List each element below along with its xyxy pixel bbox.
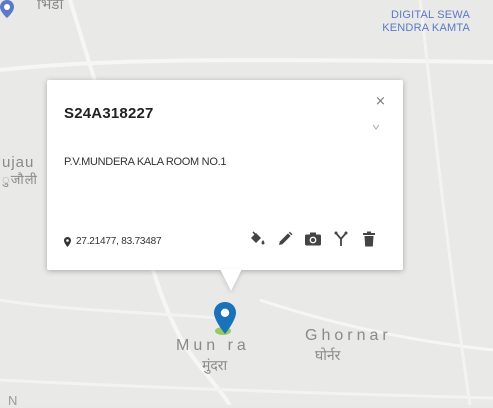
place-label-gujauli-hindi: ुजौली xyxy=(2,172,38,187)
poi-name-line2: KENDRA KAMTA xyxy=(382,22,470,34)
place-label-ghornar-hindi: घोर्नर xyxy=(315,347,341,363)
location-pin-icon xyxy=(64,236,71,247)
poi-label-digital-sewa[interactable]: DIGITAL SEWA KENDRA KAMTA xyxy=(350,9,470,35)
place-label-partial: N xyxy=(8,393,18,408)
map-marker-icon[interactable] xyxy=(212,301,238,337)
map-pin-icon[interactable] xyxy=(0,0,14,18)
popup-toolbar xyxy=(245,228,381,250)
popup-address: P.V.MUNDERA KALA ROOM NO.1 xyxy=(64,156,227,168)
place-label-gujauli: ujau ुजौली xyxy=(2,154,38,188)
popup-coordinates: 27.21477, 83.73487 xyxy=(64,236,162,247)
trash-icon[interactable] xyxy=(357,228,381,250)
coordinates-text: 27.21477, 83.73487 xyxy=(76,236,162,247)
place-label-gujauli-latin: ujau xyxy=(2,154,35,171)
close-icon[interactable]: × xyxy=(375,94,386,109)
info-popup: S24A318227 × P.V.MUNDERA KALA ROOM NO.1 … xyxy=(47,80,403,270)
pencil-icon[interactable] xyxy=(273,228,297,250)
camera-icon[interactable] xyxy=(301,228,325,250)
paint-bucket-icon[interactable] xyxy=(245,228,269,250)
place-label-ghornar: Ghornar xyxy=(305,327,392,344)
chevron-down-icon[interactable] xyxy=(372,123,380,131)
place-label-bhinda: भिंडा xyxy=(37,0,64,13)
place-label-mundera: Mun ra xyxy=(176,337,250,354)
place-label-mundera-hindi: मुंदरा xyxy=(202,357,228,373)
popup-title: S24A318227 xyxy=(64,105,154,122)
branch-icon[interactable] xyxy=(329,228,353,250)
poi-name-line1: DIGITAL SEWA xyxy=(390,9,470,21)
popup-tail xyxy=(220,269,242,291)
